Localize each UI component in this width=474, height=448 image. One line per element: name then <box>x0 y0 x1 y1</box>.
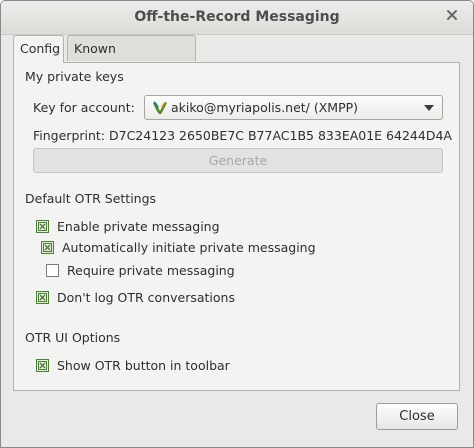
option-label: Enable private messaging <box>57 219 220 234</box>
otr-dialog: Off-the-Record Messaging Config Known fi… <box>0 0 474 448</box>
account-value: akiko@myriapolis.net/ (XMPP) <box>171 100 359 115</box>
check-icon <box>38 222 47 231</box>
default-settings-heading: Default OTR Settings <box>25 191 157 206</box>
close-icon[interactable] <box>445 8 459 22</box>
check-icon <box>43 243 52 252</box>
title-bar[interactable]: Off-the-Record Messaging <box>1 1 473 35</box>
close-button[interactable]: Close <box>376 403 458 430</box>
window-title: Off-the-Record Messaging <box>134 9 340 25</box>
enable-private-messaging-checkbox[interactable] <box>36 220 49 233</box>
dont-log-checkbox[interactable] <box>36 291 49 304</box>
fingerprint-text: Fingerprint: D7C24123 2650BE7C B77AC1B5 … <box>33 128 452 143</box>
generate-button[interactable]: Generate <box>33 148 443 173</box>
xmpp-protocol-icon <box>153 100 167 114</box>
option-label: Show OTR button in toolbar <box>57 358 230 373</box>
check-icon <box>38 293 47 302</box>
tab-known-fingerprints[interactable]: Known fingerprints <box>67 35 196 82</box>
check-icon <box>38 361 47 370</box>
show-otr-button-option[interactable]: Show OTR button in toolbar <box>36 358 230 373</box>
show-otr-button-checkbox[interactable] <box>36 359 49 372</box>
require-private-messaging-option[interactable]: Require private messaging <box>46 263 235 278</box>
option-label: Require private messaging <box>67 263 235 278</box>
auto-initiate-option[interactable]: Automatically initiate private messaging <box>41 240 316 255</box>
config-panel: My private keys Key for account: akiko@m… <box>13 62 460 391</box>
option-label: Don't log OTR conversations <box>57 290 235 305</box>
enable-private-messaging-option[interactable]: Enable private messaging <box>36 219 220 234</box>
tab-config[interactable]: Config <box>13 35 64 63</box>
account-label: Key for account: <box>33 100 135 115</box>
option-label: Automatically initiate private messaging <box>62 240 316 255</box>
account-select[interactable]: akiko@myriapolis.net/ (XMPP) <box>144 95 443 120</box>
private-keys-heading: My private keys <box>25 69 124 84</box>
chevron-down-icon <box>424 105 434 111</box>
ui-options-heading: OTR UI Options <box>25 330 121 345</box>
dont-log-option[interactable]: Don't log OTR conversations <box>36 290 235 305</box>
require-private-messaging-checkbox[interactable] <box>46 264 59 277</box>
auto-initiate-checkbox[interactable] <box>41 241 54 254</box>
